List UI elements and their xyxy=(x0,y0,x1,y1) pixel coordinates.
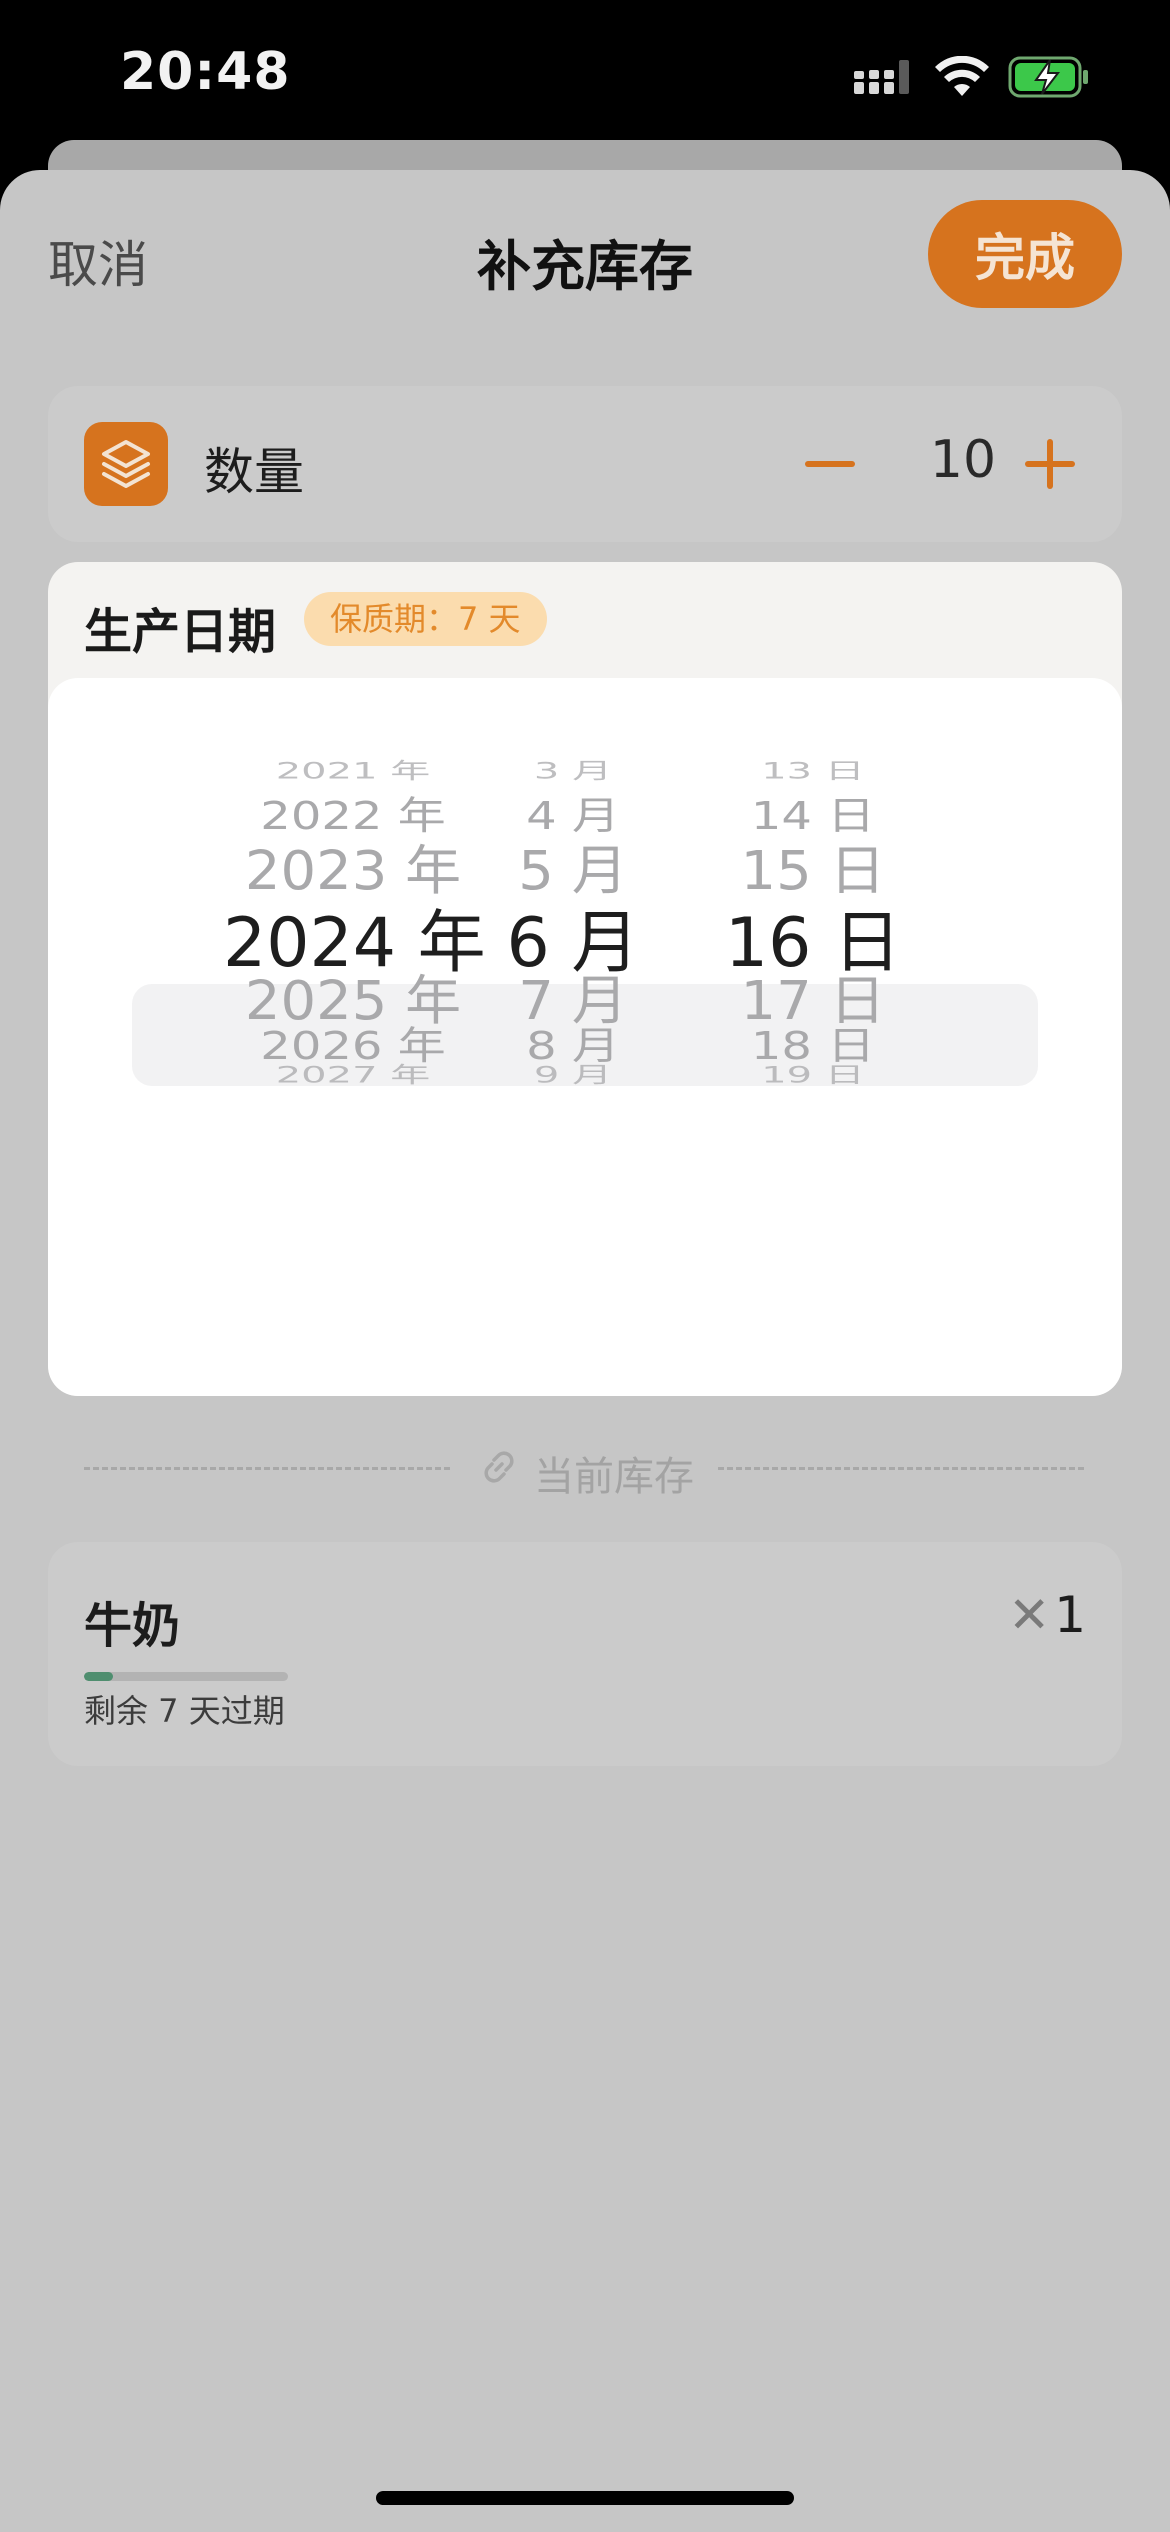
inventory-item[interactable]: 牛奶 ✕1 剩余 7 天过期 xyxy=(48,1542,1122,1766)
done-button[interactable]: 完成 xyxy=(928,200,1122,308)
shelf-life-badge: 保质期：7 天 xyxy=(304,592,547,646)
freshness-progress-bar xyxy=(84,1672,288,1681)
decrease-quantity-button[interactable] xyxy=(788,422,872,506)
minus-icon xyxy=(805,461,855,467)
production-date-label: 生产日期 xyxy=(84,604,277,660)
times-icon: ✕ xyxy=(1008,1586,1051,1644)
production-date-card: 生产日期 保质期：7 天 2021 年 2022 年 2023 年 2024 年 202… xyxy=(48,562,1122,1396)
inventory-item-count: ✕1 xyxy=(1008,1586,1086,1644)
divider-line-left xyxy=(84,1467,450,1470)
inventory-item-name: 牛奶 xyxy=(84,1598,181,1654)
increase-quantity-button[interactable] xyxy=(1008,422,1092,506)
home-indicator xyxy=(376,2491,794,2505)
plus-icon xyxy=(1025,439,1075,489)
status-time: 20:48 xyxy=(120,42,291,102)
stack-layers-icon xyxy=(84,422,168,506)
status-bar: 20:48 xyxy=(0,0,1170,150)
divider-line-right xyxy=(718,1467,1084,1470)
inventory-item-expiry: 剩余 7 天过期 xyxy=(84,1692,285,1730)
freshness-progress-fill xyxy=(84,1672,113,1681)
day-option[interactable]: 13 日 xyxy=(683,753,943,785)
quantity-label: 数量 xyxy=(204,443,304,501)
battery-charging-icon xyxy=(1008,56,1088,98)
wifi-icon xyxy=(935,56,989,96)
link-icon xyxy=(484,1451,514,1483)
date-picker[interactable]: 2021 年 2022 年 2023 年 2024 年 2025 年 2026 年 2027… xyxy=(48,678,1122,1396)
month-option[interactable]: 3 月 xyxy=(443,753,703,785)
month-option[interactable]: 9 月 xyxy=(443,1057,703,1089)
day-option[interactable]: 19 日 xyxy=(683,1057,943,1089)
current-stock-label: 当前库存 xyxy=(534,1454,694,1500)
quantity-card: 数量 10 xyxy=(48,386,1122,542)
cellular-signal-icon xyxy=(854,60,909,94)
